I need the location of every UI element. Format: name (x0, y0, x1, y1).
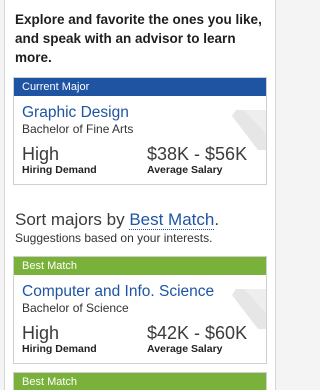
sort-section: Sort majors by Best Match. Suggestions b… (5, 185, 275, 246)
favorite-ribbon-icon[interactable] (222, 289, 267, 329)
favorite-ribbon-icon[interactable] (222, 110, 267, 150)
hiring-demand-label: Hiring Demand (22, 164, 97, 176)
best-match-card[interactable]: Best Match Computer and Info. Science Ba… (13, 256, 267, 364)
sort-subtitle: Suggestions based on your interests. (15, 231, 213, 245)
sort-title: Sort majors by Best Match. (15, 209, 267, 230)
card-header: Best Match (14, 257, 266, 275)
sort-prefix: Sort majors by (15, 210, 130, 229)
majors-panel: Explore and favorite the ones you like, … (4, 0, 276, 390)
hiring-demand-value: High (22, 323, 60, 343)
hiring-demand-label: Hiring Demand (22, 343, 97, 355)
intro-text: Explore and favorite the ones you like, … (15, 12, 262, 65)
sort-suffix: . (214, 210, 220, 229)
card-header: Current Major (14, 78, 266, 96)
card-body: Graphic Design Bachelor of Fine Arts Hig… (14, 96, 266, 184)
card-body: Computer and Info. Science Bachelor of S… (14, 275, 266, 363)
hiring-demand-stat: High Hiring Demand (22, 323, 133, 356)
hiring-demand-stat: High Hiring Demand (22, 144, 133, 177)
average-salary-label: Average Salary (147, 343, 223, 355)
next-match-card[interactable]: Best Match (13, 372, 267, 390)
sort-best-match-link[interactable]: Best Match (129, 210, 215, 230)
current-major-card[interactable]: Current Major Graphic Design Bachelor of… (13, 77, 267, 185)
average-salary-label: Average Salary (147, 164, 223, 176)
hiring-demand-value: High (22, 144, 60, 164)
card-header: Best Match (14, 373, 266, 390)
